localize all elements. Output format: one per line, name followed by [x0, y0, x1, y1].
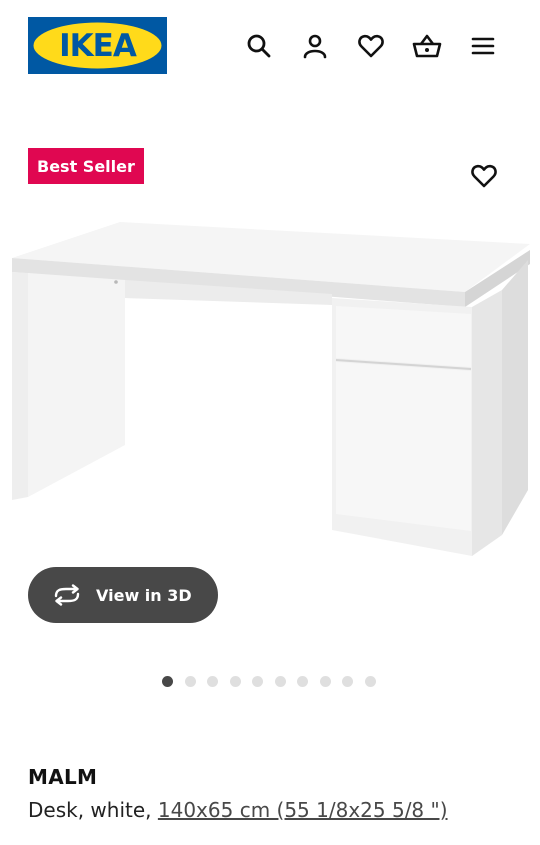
save-favourite-icon[interactable] — [468, 160, 500, 192]
product-description: Desk, white, 140x65 cm (55 1/8x25 5/8 ") — [28, 798, 448, 822]
user-icon[interactable] — [299, 30, 331, 62]
menu-icon[interactable] — [467, 30, 499, 62]
carousel-dot[interactable] — [207, 676, 218, 687]
heart-icon[interactable] — [355, 30, 387, 62]
carousel-dot[interactable] — [252, 676, 263, 687]
carousel-dot[interactable] — [162, 676, 173, 687]
view-in-3d-label: View in 3D — [96, 585, 192, 605]
search-icon[interactable] — [243, 30, 275, 62]
view-in-3d-button[interactable]: View in 3D — [28, 567, 218, 623]
rotate-3d-icon — [52, 583, 84, 607]
product-name: MALM — [28, 765, 98, 789]
carousel-indicator — [162, 676, 387, 688]
product-image-desk[interactable] — [0, 200, 540, 570]
header: IKEA — [0, 0, 540, 90]
carousel-dot[interactable] — [319, 676, 331, 687]
svg-text:IKEA: IKEA — [59, 28, 137, 64]
carousel-dot[interactable] — [274, 676, 286, 687]
carousel-dot[interactable] — [229, 676, 241, 687]
carousel-dot[interactable] — [342, 676, 353, 687]
product-description-text: Desk, white, — [28, 798, 158, 822]
carousel-dot[interactable] — [364, 676, 376, 687]
best-seller-badge: Best Seller — [28, 148, 144, 184]
product-size-link[interactable]: 140x65 cm (55 1/8x25 5/8 ") — [158, 798, 448, 822]
carousel-dot[interactable] — [184, 676, 196, 687]
carousel-dot[interactable] — [297, 676, 308, 687]
basket-icon[interactable] — [411, 30, 443, 62]
ikea-logo[interactable]: IKEA — [28, 17, 167, 74]
